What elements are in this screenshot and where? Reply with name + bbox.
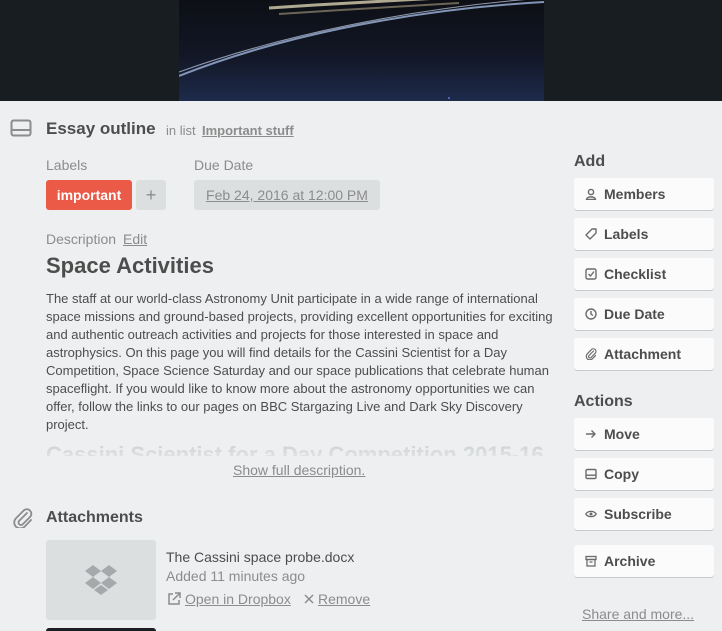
due-date-sidebar-button[interactable]: Due Date [574,298,714,330]
remove-label: Remove [318,591,371,607]
card-title[interactable]: Essay outline [46,119,156,139]
subscribe-button[interactable]: Subscribe [574,498,714,530]
cover-image [179,0,544,101]
archive-icon [584,554,598,568]
show-full-description-link[interactable]: Show full description. [233,462,365,478]
members-label: Members [604,186,666,202]
description-label: Description [46,231,117,247]
checklist-label: Checklist [604,266,667,282]
tag-icon [584,227,598,241]
attachment-added-time: Added 11 minutes ago [166,568,306,584]
labels-button[interactable]: Labels [574,218,714,250]
attachment-name[interactable]: The Cassini space probe.docx [166,549,354,565]
remove-attachment-link[interactable]: Remove [304,591,370,607]
person-icon [584,187,598,201]
open-in-dropbox-label: Open in Dropbox [185,591,291,607]
move-label: Move [604,426,640,442]
description-edit-link[interactable]: Edit [123,231,147,247]
clock-icon [584,307,598,321]
list-link[interactable]: Important stuff [202,123,294,138]
add-heading: Add [574,153,606,170]
card-icon [10,119,32,137]
copy-button[interactable]: Copy [574,458,714,490]
attachments-heading: Attachments [46,509,143,526]
subscribe-label: Subscribe [604,506,672,522]
members-button[interactable]: Members [574,178,714,210]
arrow-right-icon [584,427,598,441]
dropbox-icon [85,565,117,595]
close-icon [304,594,314,604]
labels-label: Labels [604,226,649,242]
description-heading: Space Activities [46,253,214,278]
card-icon [584,467,598,481]
archive-label: Archive [604,553,656,569]
actions-heading: Actions [574,393,633,410]
move-button[interactable]: Move [574,418,714,450]
attachment-button[interactable]: Attachment [574,338,714,370]
add-label-button[interactable]: + [136,180,166,210]
paperclip-icon [584,347,598,361]
attachment-thumbnail[interactable] [46,540,156,620]
description-body: The staff at our world-class Astronomy U… [46,291,553,432]
checkbox-icon [584,267,598,281]
checklist-button[interactable]: Checklist [574,258,714,290]
in-list-prefix: in list [166,123,196,138]
attachment-label: Attachment [604,346,682,362]
external-link-icon [168,592,181,605]
faded-heading-text: Cassini Scientist for a Day Competition … [46,442,544,456]
due-date-label: Due Date [604,306,665,322]
description-faded-heading: Cassini Scientist for a Day Competition … [46,440,556,456]
labels-heading: Labels [46,157,88,173]
due-date-heading: Due Date [194,157,254,173]
open-in-dropbox-link[interactable]: Open in Dropbox [167,591,291,607]
archive-button[interactable]: Archive [574,545,714,577]
share-and-more-link[interactable]: Share and more... [582,606,694,622]
paperclip-icon [13,508,33,528]
copy-label: Copy [604,466,639,482]
label-important[interactable]: important [46,180,132,210]
eye-icon [584,507,598,521]
due-date-button[interactable]: Feb 24, 2016 at 12:00 PM [194,180,380,210]
card-cover [0,0,722,101]
